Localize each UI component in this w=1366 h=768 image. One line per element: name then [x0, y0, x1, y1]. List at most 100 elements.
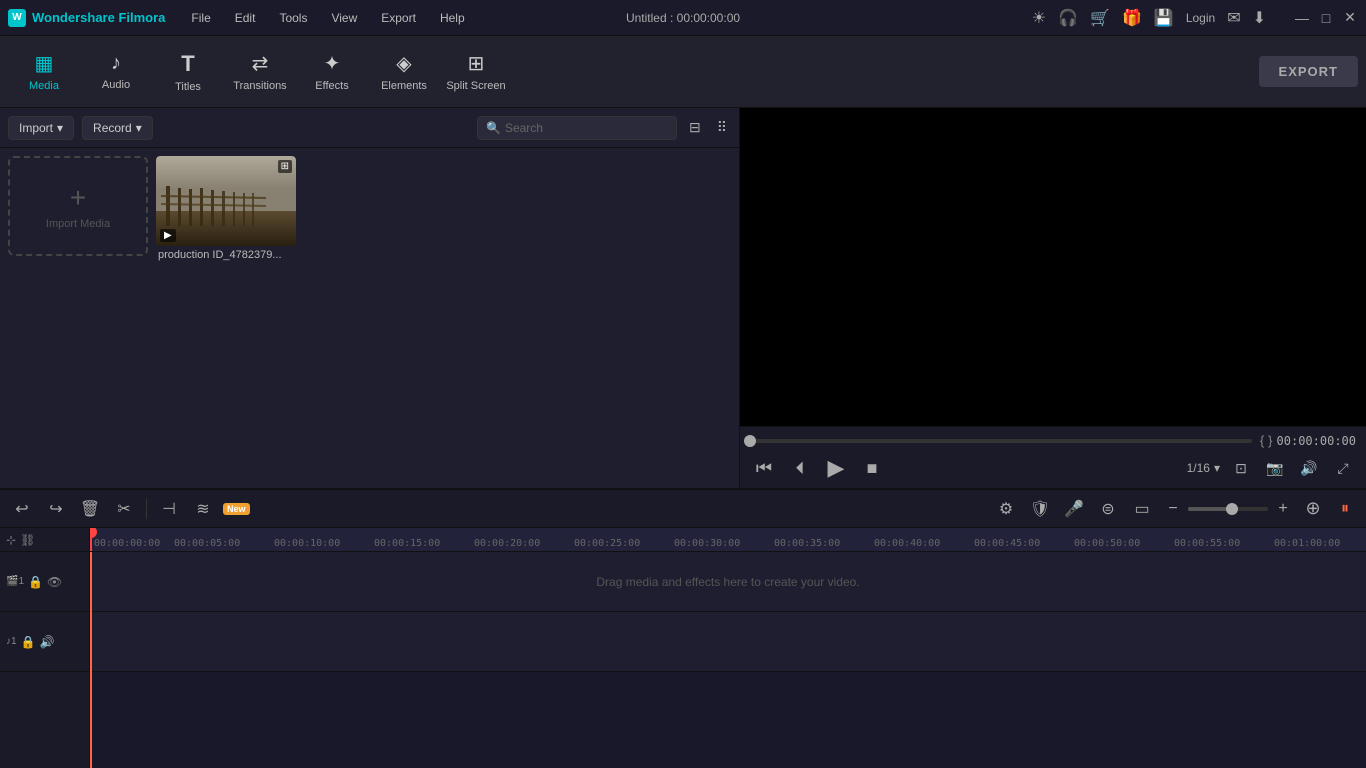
progress-bar[interactable]: [750, 439, 1252, 443]
import-chevron-icon: ▾: [57, 121, 63, 135]
grid-view-icon[interactable]: ⠿: [713, 117, 731, 138]
toolbar-effects[interactable]: ✦ Effects: [296, 40, 368, 104]
ruler-mark-0: 00:00:00:00: [94, 538, 160, 549]
toolbar-elements[interactable]: ◈ Elements: [368, 40, 440, 104]
effects-icon: ✦: [324, 51, 341, 76]
stop-button[interactable]: ■: [858, 454, 886, 482]
add-media-icon: +: [70, 182, 86, 214]
titlebar: W Wondershare Filmora File Edit Tools Vi…: [0, 0, 1366, 36]
audio-track-lock-icon[interactable]: 🔒: [21, 635, 36, 649]
video-thumb-bg: [156, 156, 296, 246]
shield-icon[interactable]: 🛡: [1026, 495, 1054, 523]
menu-file[interactable]: File: [181, 7, 220, 29]
ruler-mark-5: 00:00:25:00: [574, 538, 640, 549]
zoom-slider[interactable]: [1188, 507, 1268, 511]
record-chevron-icon: ▾: [136, 121, 142, 135]
record-dropdown[interactable]: Record ▾: [82, 116, 153, 140]
progress-handle[interactable]: [744, 435, 756, 447]
timeline-toolbar: ↩ ↪ 🗑 ✂ ⊣ ≋ New ⚙ 🛡 🎤 ⊜ ▭ − + ⊕ ⏸: [0, 490, 1366, 528]
login-button[interactable]: Login: [1186, 11, 1215, 25]
time-bracket-start[interactable]: {: [1260, 433, 1264, 448]
redo-button[interactable]: ↪: [42, 495, 70, 523]
toolbar-separator: [146, 499, 147, 519]
play-button[interactable]: ▶: [822, 454, 850, 482]
main-content: Import ▾ Record ▾ 🔍 ⊟ ⠿ + Import Media: [0, 108, 1366, 488]
search-box[interactable]: 🔍: [477, 116, 677, 140]
zoom-thumb[interactable]: [1226, 503, 1238, 515]
toolbar-transitions[interactable]: ⇄ Transitions: [224, 40, 296, 104]
add-to-timeline-button[interactable]: ⊕: [1300, 496, 1326, 522]
close-button[interactable]: ✕: [1342, 10, 1358, 26]
ruler-mark-2: 00:00:10:00: [274, 538, 340, 549]
frame-back-button[interactable]: ⏴: [786, 454, 814, 482]
zoom-out-button[interactable]: −: [1162, 498, 1184, 520]
ruler-mark-3: 00:00:15:00: [374, 538, 440, 549]
fullscreen-preview-button[interactable]: ⊡: [1228, 455, 1254, 481]
toolbar-titles[interactable]: T Titles: [152, 40, 224, 104]
import-dropdown[interactable]: Import ▾: [8, 116, 74, 140]
timeline-tracks: Drag media and effects here to create yo…: [90, 552, 1366, 768]
minimize-button[interactable]: —: [1294, 10, 1310, 26]
import-media-placeholder[interactable]: + Import Media: [8, 156, 148, 256]
maximize-button[interactable]: □: [1318, 10, 1334, 26]
timeline-pause-button[interactable]: ⏸: [1332, 496, 1358, 522]
cart-icon[interactable]: 🛒: [1090, 8, 1110, 28]
menu-help[interactable]: Help: [430, 7, 475, 29]
media-item-label: production ID_4782379...: [156, 246, 296, 264]
link-icon[interactable]: ⛓: [20, 533, 35, 547]
ruler-mark-9: 00:00:45:00: [974, 538, 1040, 549]
audio-wave-button[interactable]: ≋: [189, 495, 217, 523]
mail-icon[interactable]: ✉: [1227, 8, 1240, 28]
elements-icon: ◈: [396, 51, 411, 76]
toolbar-effects-label: Effects: [315, 80, 348, 92]
volume-button[interactable]: 🔊: [1296, 455, 1322, 481]
step-back-button[interactable]: ⏮: [750, 454, 778, 482]
ruler-mark-7: 00:00:35:00: [774, 538, 840, 549]
audio-track-bg: [90, 612, 1366, 671]
track-settings-icon[interactable]: ⚙: [992, 495, 1020, 523]
menu-edit[interactable]: Edit: [225, 7, 266, 29]
menu-export[interactable]: Export: [371, 7, 426, 29]
search-input[interactable]: [505, 121, 668, 135]
video-track-eye-icon[interactable]: 👁: [47, 575, 62, 589]
app-logo: W Wondershare Filmora: [8, 9, 165, 27]
audio-track: [90, 612, 1366, 672]
snap-icon[interactable]: ⊹: [6, 533, 16, 547]
main-toolbar: ▦ Media ♪ Audio T Titles ⇄ Transitions ✦…: [0, 36, 1366, 108]
timeline-ruler: 00:00:00:00 00:00:05:00 00:00:10:00 00:0…: [90, 528, 1366, 552]
headphone-icon[interactable]: 🎧: [1058, 8, 1078, 28]
zoom-in-button[interactable]: +: [1272, 498, 1294, 520]
video-track-lock-icon[interactable]: 🔒: [28, 575, 43, 589]
gift-icon[interactable]: 🎁: [1122, 8, 1142, 28]
mic-icon[interactable]: 🎤: [1060, 495, 1088, 523]
zoom-controls: − +: [1162, 498, 1294, 520]
undo-button[interactable]: ↩: [8, 495, 36, 523]
media-item[interactable]: ⊞ ▶ production ID_4782379...: [156, 156, 296, 264]
toolbar-split-screen[interactable]: ⊞ Split Screen: [440, 40, 512, 104]
filter-icon[interactable]: ⊟: [685, 117, 705, 138]
playback-rate-selector[interactable]: 1/16 ▾: [1187, 461, 1220, 475]
audio-icon: ♪: [111, 52, 121, 75]
new-badge: New: [223, 503, 250, 515]
save-icon[interactable]: 💾: [1154, 8, 1174, 28]
sun-icon[interactable]: ☀: [1032, 8, 1046, 28]
fit-view-button[interactable]: ⤢: [1330, 455, 1356, 481]
split-button[interactable]: ⊣: [155, 495, 183, 523]
screenshot-button[interactable]: 📷: [1262, 455, 1288, 481]
mix-icon[interactable]: ⊜: [1094, 495, 1122, 523]
delete-button[interactable]: 🗑: [76, 495, 104, 523]
menu-tools[interactable]: Tools: [269, 7, 317, 29]
audio-track-volume-icon[interactable]: 🔊: [40, 635, 55, 649]
download-icon[interactable]: ⬇: [1253, 8, 1266, 28]
pip-icon[interactable]: ▭: [1128, 495, 1156, 523]
transitions-icon: ⇄: [252, 51, 269, 76]
playback-controls: { } 00:00:00:00 ⏮ ⏴ ▶ ■ 1/16 ▾ ⊡ 📷 🔊: [740, 426, 1366, 488]
toolbar-audio[interactable]: ♪ Audio: [80, 40, 152, 104]
toolbar-media[interactable]: ▦ Media: [8, 40, 80, 104]
time-bracket-end[interactable]: }: [1268, 433, 1272, 448]
menu-view[interactable]: View: [321, 7, 367, 29]
cut-button[interactable]: ✂: [110, 495, 138, 523]
media-grid: + Import Media: [0, 148, 739, 488]
export-button[interactable]: EXPORT: [1259, 56, 1358, 87]
media-duration-indicator: ▶: [160, 229, 176, 242]
